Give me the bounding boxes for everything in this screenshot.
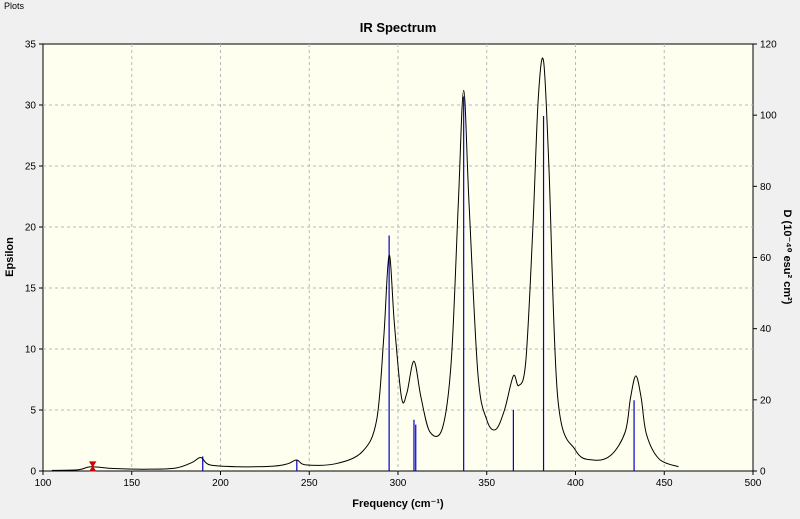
y-right-tick-label: 20 (760, 395, 772, 406)
x-axis-label: Frequency (cm⁻¹) (352, 498, 444, 510)
y-left-tick-label: 35 (25, 40, 37, 51)
y-right-tick-label: 40 (760, 324, 772, 335)
y-axis-label-right: D (10⁻⁴⁰ esu² cm²) (781, 210, 793, 305)
y-left-tick-label: 15 (25, 284, 37, 295)
x-tick-label: 100 (35, 478, 52, 489)
window-menu-title[interactable]: Plots (4, 0, 24, 12)
x-tick-label: 250 (301, 478, 318, 489)
y-right-tick-label: 60 (760, 253, 772, 264)
y-left-tick-label: 20 (25, 223, 37, 234)
x-tick-label: 500 (745, 478, 762, 489)
y-right-tick-label: 120 (760, 40, 777, 51)
x-tick-label: 400 (567, 478, 584, 489)
x-tick-label: 300 (390, 478, 407, 489)
x-tick-label: 200 (212, 478, 229, 489)
x-tick-label: 350 (478, 478, 495, 489)
y-left-tick-label: 10 (25, 345, 37, 356)
y-right-tick-label: 80 (760, 182, 772, 193)
ir-spectrum-chart: 100 150 200 250 300 350 400 450 5000510152025303… (0, 12, 800, 514)
chart-area: 100 150 200 250 300 350 400 450 500 0 5 10 15 20 25 30 3… (0, 12, 800, 514)
plot-window: Plots 100 150 200 250 300 350 400 450 500 0 5 10 15 2… (0, 0, 800, 514)
x-tick-label: 150 (123, 478, 140, 489)
y-left-tick-label: 5 (30, 406, 36, 417)
y-right-tick-label: 100 (760, 111, 777, 122)
x-tick-label: 450 (656, 478, 673, 489)
y-left-tick-label: 30 (25, 101, 37, 112)
y-left-tick-label: 0 (30, 467, 36, 478)
y-axis-label-left: Epsilon (4, 237, 16, 277)
y-left-tick-label: 25 (25, 162, 37, 173)
chart-title: IR Spectrum (360, 20, 437, 35)
y-right-tick-label: 0 (760, 467, 766, 478)
